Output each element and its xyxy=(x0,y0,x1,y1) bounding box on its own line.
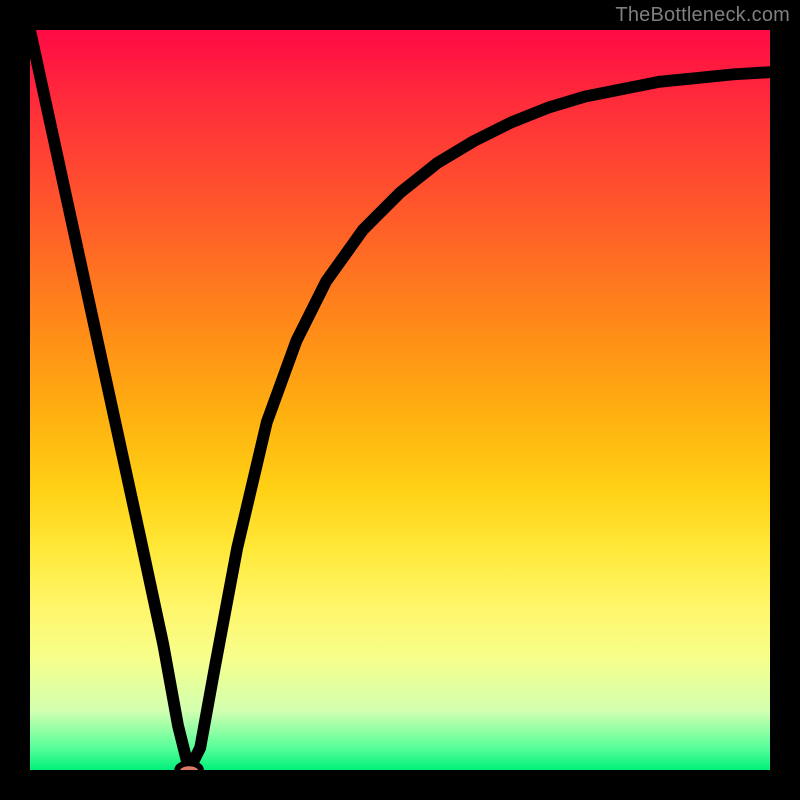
plot-area xyxy=(30,30,770,770)
bottleneck-curve xyxy=(30,30,770,770)
watermark-text: TheBottleneck.com xyxy=(615,4,790,27)
optimal-marker xyxy=(177,763,201,770)
chart-frame: TheBottleneck.com xyxy=(0,0,800,800)
chart-svg xyxy=(30,30,770,770)
